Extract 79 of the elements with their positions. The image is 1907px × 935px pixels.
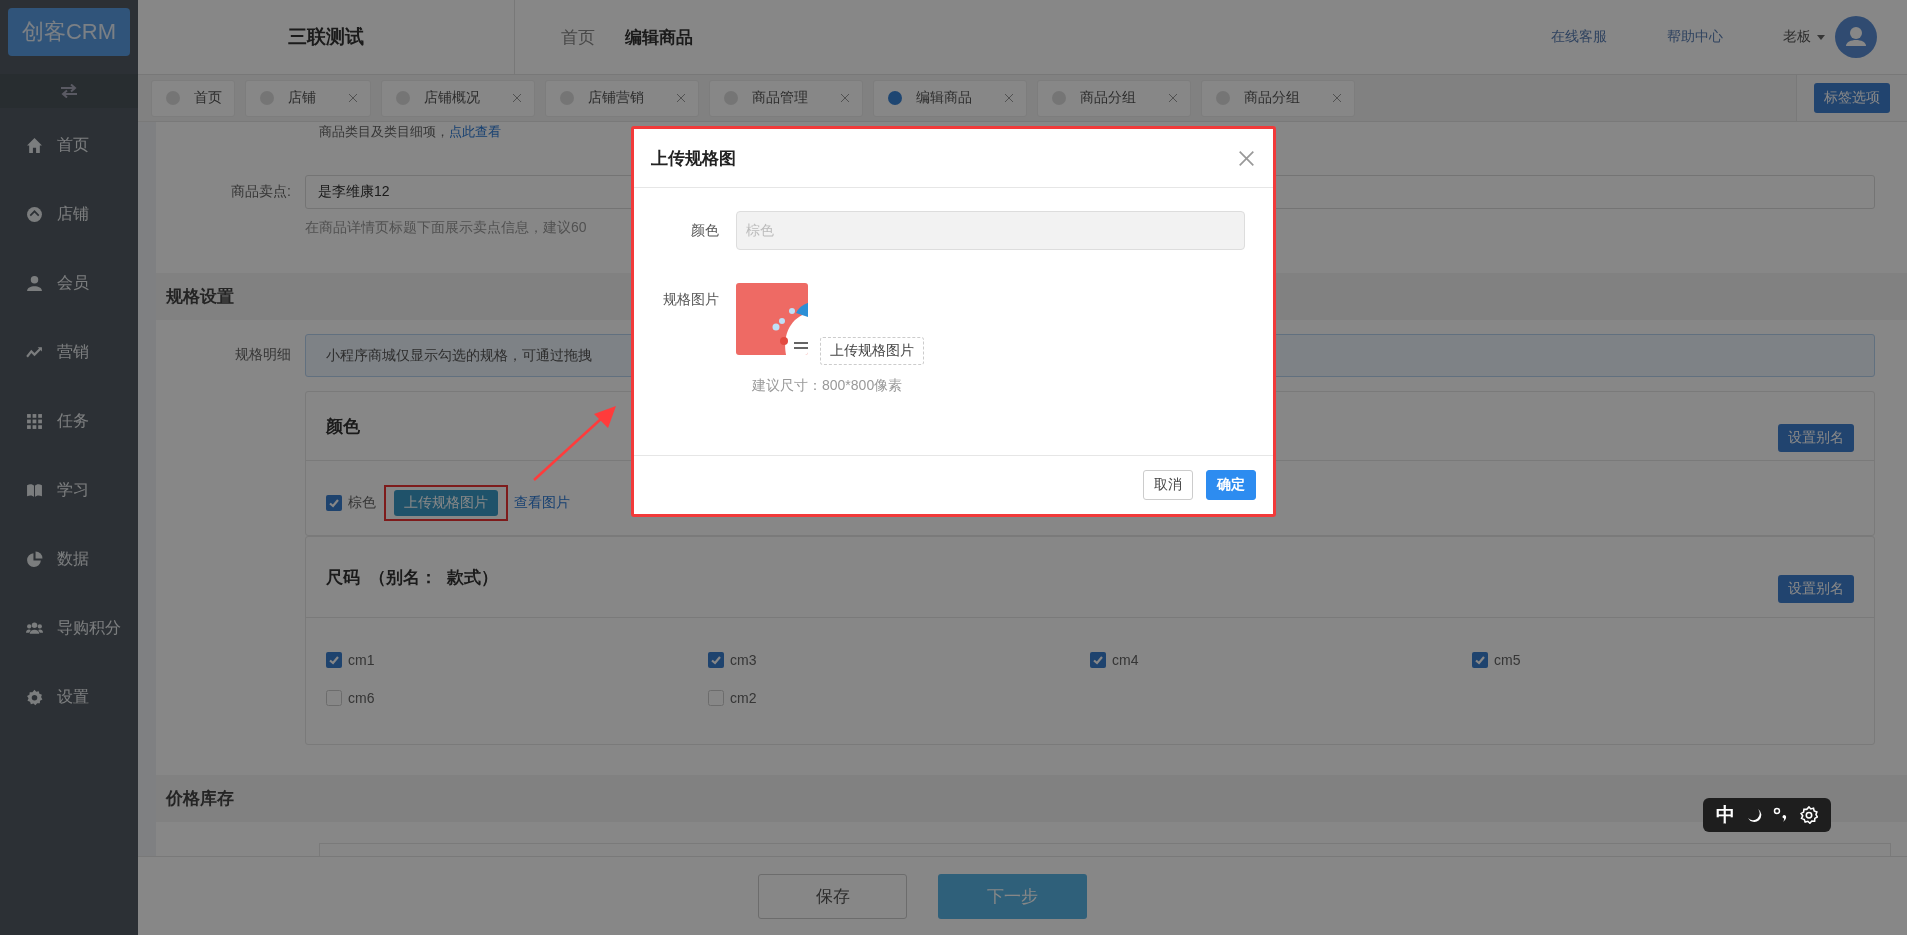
logo: 创客CRM [8,8,130,56]
sidebar-item[interactable]: 营销 [0,318,138,387]
store-title: 三联测试 [138,0,515,74]
sidebar-item[interactable]: 任务 [0,387,138,456]
menu-item-icon [26,689,43,706]
menu-item-icon [26,206,43,223]
option-label: cm6 [348,690,375,706]
close-icon[interactable] [1238,149,1255,167]
caret-icon[interactable] [1817,34,1825,40]
field-label: 规格图片 [662,290,720,309]
tab[interactable]: 编辑商品 [873,79,1027,117]
tab[interactable]: 商品分组 [1037,79,1191,117]
option-label: cm1 [348,652,375,668]
sidebar-item[interactable]: 导购积分 [0,594,138,663]
close-icon[interactable] [676,93,686,103]
header-link[interactable]: 在线客服 [1551,28,1607,46]
category-note: 商品类目及类目细项，点此查看 [319,124,502,140]
spec-title: 颜色 [326,415,360,438]
close-icon[interactable] [512,93,522,103]
tab[interactable]: 店铺 [245,79,371,117]
header-link[interactable]: 帮助中心 [1667,28,1723,46]
checkbox[interactable] [708,652,724,668]
set-alias-button[interactable]: 设置别名 [1778,424,1854,452]
sidebar-item[interactable]: 首页 [0,111,138,180]
menu-item-icon [26,275,43,292]
close-icon[interactable] [1168,93,1178,103]
sidebar-item[interactable]: 数据 [0,525,138,594]
size-hint: 建议尺寸：800*800像素 [752,377,904,395]
checkbox[interactable] [1472,652,1488,668]
menu-item-icon [26,482,43,499]
sidebar-item[interactable]: 设置 [0,663,138,732]
close-icon[interactable] [1332,93,1342,103]
option-label: cm2 [730,690,757,706]
upload-image-button[interactable]: 上传规格图片 [394,490,498,516]
tab[interactable]: 店铺概况 [381,79,535,117]
menu-item-icon [26,413,43,430]
menu-item-icon [26,620,43,637]
close-icon[interactable] [840,93,850,103]
checkbox[interactable] [326,652,342,668]
menu-item-icon [26,137,43,154]
set-alias-button[interactable]: 设置别名 [1778,575,1854,603]
close-icon[interactable] [348,93,358,103]
checkbox[interactable] [326,495,342,511]
tab[interactable]: 商品分组 [1201,79,1355,117]
user-menu[interactable]: 老板 [1783,28,1811,46]
dialog-title: 上传规格图 [651,147,736,170]
field-label: 规格明细 [234,345,292,364]
checkbox[interactable] [326,690,342,706]
checkbox[interactable] [1090,652,1106,668]
swap-icon[interactable] [59,84,79,98]
view-link[interactable]: 点此查看 [449,124,501,139]
tab-options-button[interactable]: 标签选项 [1814,83,1890,113]
close-icon[interactable] [1004,93,1014,103]
menu-item-icon [26,551,43,568]
confirm-button[interactable]: 确定 [1206,470,1256,500]
sidebar-item[interactable]: 店铺 [0,180,138,249]
option-label: cm5 [1494,652,1521,668]
breadcrumb-item[interactable]: 编辑商品 [625,25,693,49]
tab[interactable]: 商品管理 [709,79,863,117]
view-image-link[interactable]: 查看图片 [514,494,570,512]
spec-title: 尺码 （别名： 款式） [326,566,498,589]
save-button[interactable]: 保存 [758,873,907,919]
upload-image-button[interactable]: 上传规格图片 [820,337,924,365]
cancel-button[interactable]: 取消 [1143,470,1193,500]
next-button[interactable]: 下一步 [938,873,1087,919]
sidebar-item[interactable]: 会员 [0,249,138,318]
field-label: 商品卖点: [230,182,292,201]
field-label: 颜色 [690,221,720,240]
input-mode-toggle[interactable]: 中 [1715,802,1735,828]
checkbox[interactable] [708,690,724,706]
option-label: cm3 [730,652,757,668]
option-label: 棕色 [348,494,376,512]
option-label: cm4 [1112,652,1139,668]
settings-icon[interactable] [1800,806,1819,824]
tab[interactable]: 店铺营销 [545,79,699,117]
sidebar-item[interactable]: 学习 [0,456,138,525]
tab[interactable]: 首页 [151,79,235,117]
breadcrumb-item[interactable]: 首页 [561,25,595,49]
avatar-icon[interactable] [1835,16,1877,58]
